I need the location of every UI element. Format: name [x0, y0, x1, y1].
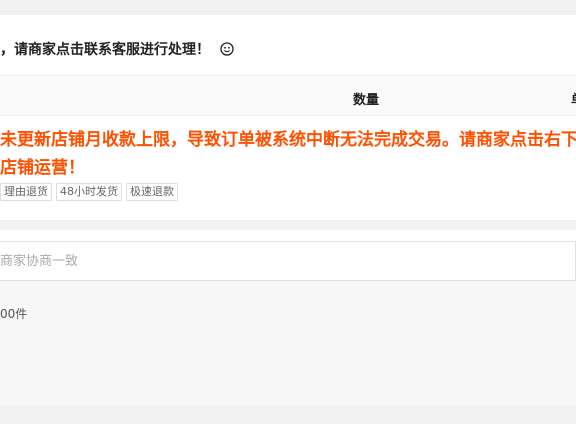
column-quantity: 数量 — [353, 93, 380, 108]
notice-message: ，请商家点击联系客服进行处理！ — [0, 42, 210, 58]
warning-line-2: 店铺运营！ — [0, 158, 85, 178]
notice-card: ，请商家点击联系客服进行处理！ — [0, 15, 576, 75]
tag-fast-refund: 极速退款 — [126, 183, 178, 201]
table-header: 数量 单 — [0, 76, 576, 116]
next-card — [0, 424, 576, 432]
item-count: 00件 — [0, 307, 28, 321]
column-next: 单 — [571, 89, 576, 108]
smile-icon — [220, 42, 234, 56]
warning-message: 未更新店铺月收款上限，导致订单被系统中断无法完成交易。请商家点击右下 店铺运营！ — [0, 126, 576, 182]
notice-text: ，请商家点击联系客服进行处理！ — [0, 39, 234, 59]
order-card: 数量 单 未更新店铺月收款上限，导致订单被系统中断无法完成交易。请商家点击右下 … — [0, 75, 576, 220]
warning-line-1: 未更新店铺月收款上限，导致订单被系统中断无法完成交易。请商家点击右下 — [0, 130, 576, 150]
remark-input[interactable]: 商家协商一致 — [0, 241, 576, 281]
service-tags: 理由退货 48小时发货 极速退款 — [0, 183, 178, 201]
tag-return: 理由退货 — [0, 183, 52, 201]
tag-48h-shipping: 48小时发货 — [56, 183, 122, 201]
count-area: 00件 — [0, 281, 576, 405]
remark-card: 商家协商一致 00件 — [0, 230, 576, 405]
